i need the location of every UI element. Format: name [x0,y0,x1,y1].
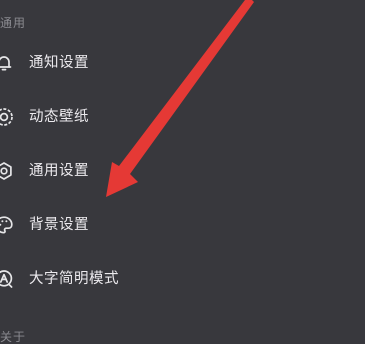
live-wallpaper-icon [0,107,14,127]
section-header-about: 关于 [0,330,27,344]
menu-item-notification-settings[interactable]: 通知设置 [0,43,365,83]
menu-item-label: 大字简明模式 [29,271,119,287]
bell-icon [0,53,14,73]
menu-item-label: 通用设置 [29,163,89,179]
section-header-general: 通用 [0,16,27,30]
menu-item-label: 通知设置 [29,55,89,71]
menu-item-label: 动态壁纸 [29,109,89,125]
menu-item-background-settings[interactable]: 背景设置 [0,205,365,245]
menu-item-live-wallpaper[interactable]: 动态壁纸 [0,97,365,137]
palette-icon [0,215,14,235]
menu-item-general-settings[interactable]: 通用设置 [0,151,365,191]
menu-item-label: 背景设置 [29,217,89,233]
gear-icon [0,161,14,181]
large-text-icon [0,269,14,289]
menu-item-large-text-mode[interactable]: 大字简明模式 [0,259,365,299]
